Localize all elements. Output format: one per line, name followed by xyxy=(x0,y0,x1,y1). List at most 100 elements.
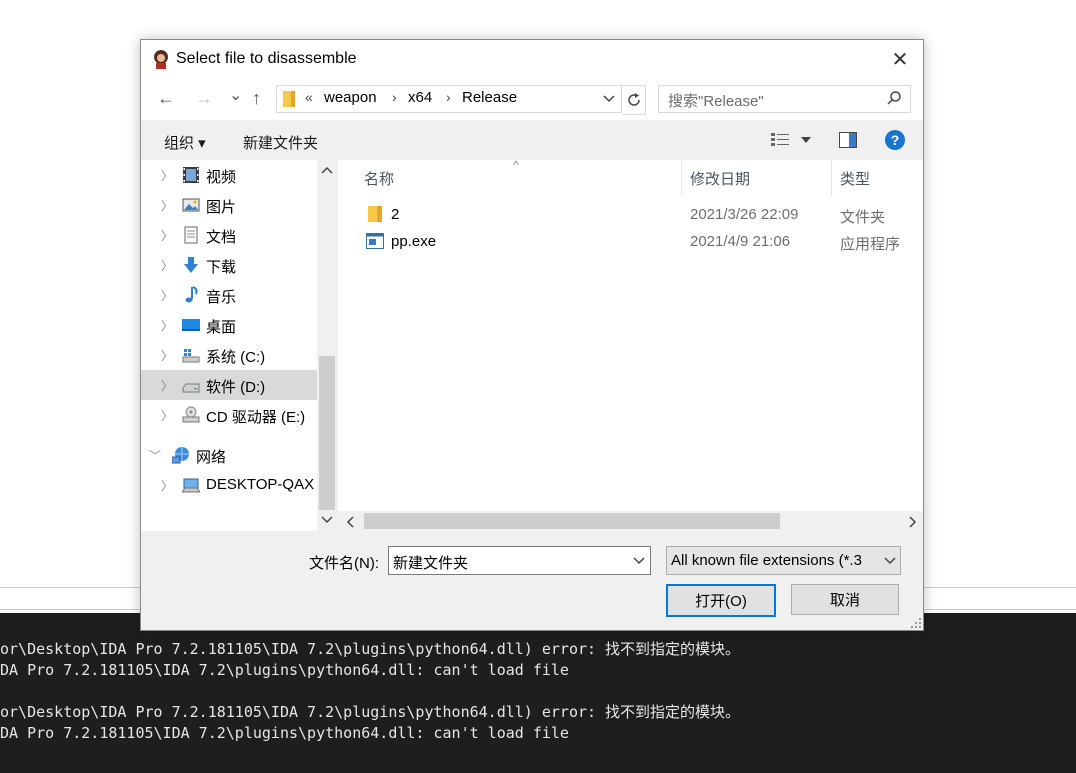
search-box[interactable]: 搜索"Release" xyxy=(658,85,911,113)
chevron-right-icon[interactable]: 〉 xyxy=(161,477,173,494)
sidebar-item-pictures[interactable]: 〉 图片 xyxy=(141,190,317,220)
scroll-down-icon[interactable] xyxy=(321,516,333,524)
breadcrumb-release[interactable]: Release xyxy=(462,89,517,106)
dialog-title: Select file to disassemble xyxy=(176,50,357,67)
download-icon xyxy=(184,257,198,273)
sidebar-item-label: 图片 xyxy=(206,199,237,216)
back-arrow-icon[interactable]: ← xyxy=(157,88,175,109)
chevron-right-icon[interactable]: 〉 xyxy=(161,287,173,304)
network-icon xyxy=(172,447,189,464)
column-divider[interactable] xyxy=(831,160,832,196)
file-type-select[interactable]: All known file extensions (*.3 xyxy=(666,546,901,575)
breadcrumb-separator-icon: › xyxy=(446,89,451,105)
breadcrumb-x64[interactable]: x64 xyxy=(408,89,432,106)
chevron-right-icon[interactable]: 〉 xyxy=(161,167,173,184)
open-button[interactable]: 打开(O) xyxy=(666,584,776,617)
column-header-name[interactable]: 名称 xyxy=(364,168,394,189)
column-header-type[interactable]: 类型 xyxy=(840,168,870,189)
column-divider[interactable] xyxy=(681,160,682,196)
table-row[interactable]: 2 2021/3/26 22:09 文件夹 xyxy=(338,202,923,228)
file-type-dropdown[interactable] xyxy=(880,547,900,574)
chevron-right-icon[interactable]: 〉 xyxy=(161,347,173,364)
address-bar[interactable]: « weapon › x64 › Release xyxy=(276,85,622,113)
sidebar-item-documents[interactable]: 〉 文档 xyxy=(141,220,317,250)
search-icon[interactable] xyxy=(886,90,902,106)
sidebar-item-desktop[interactable]: 〉 桌面 xyxy=(141,310,317,340)
filename-input[interactable]: 新建文件夹 xyxy=(393,552,468,573)
chevron-right-icon[interactable]: 〉 xyxy=(161,197,173,214)
refresh-button[interactable] xyxy=(623,85,646,115)
cancel-button[interactable]: 取消 xyxy=(791,584,899,615)
resize-grip-icon[interactable] xyxy=(911,618,921,628)
breadcrumb-weapon[interactable]: weapon xyxy=(324,89,377,106)
sidebar-item-label: 软件 (D:) xyxy=(206,379,266,396)
view-options-chevron-icon[interactable] xyxy=(801,137,811,143)
chevron-right-icon[interactable]: 〉 xyxy=(161,407,173,424)
breadcrumb-overflow[interactable]: « xyxy=(305,89,313,105)
sidebar-item-network[interactable]: ﹀ 网络 xyxy=(141,440,317,470)
sidebar-item-music[interactable]: 〉 音乐 xyxy=(141,280,317,310)
file-type-value: All known file extensions (*.3 xyxy=(671,552,862,569)
address-dropdown-chevron-icon[interactable] xyxy=(603,95,615,103)
title-bar[interactable]: Select file to disassemble ✕ xyxy=(141,40,923,78)
navigation-bar: ← → ⌄ ↑ « weapon › x64 › Release 搜索"Rele… xyxy=(141,78,923,120)
pictures-icon xyxy=(182,198,200,212)
sidebar-item-label: DESKTOP-QAX xyxy=(206,476,315,493)
organize-menu[interactable]: 组织 ▾ xyxy=(164,132,206,153)
help-icon[interactable]: ? xyxy=(885,130,905,150)
scrollbar-thumb[interactable] xyxy=(364,513,780,529)
navigation-pane-scrollbar[interactable] xyxy=(317,160,337,531)
sidebar-item-label: 系统 (C:) xyxy=(206,349,266,366)
system-drive-icon xyxy=(182,349,200,363)
recent-locations-chevron-icon[interactable]: ⌄ xyxy=(229,85,242,105)
chevron-down-icon xyxy=(884,556,896,564)
sidebar-item-label: 网络 xyxy=(196,449,227,466)
preview-pane-icon[interactable] xyxy=(839,132,857,148)
forward-arrow-icon[interactable]: → xyxy=(195,88,213,109)
sidebar-item-system-c[interactable]: 〉 系统 (C:) xyxy=(141,340,317,370)
up-arrow-icon[interactable]: ↑ xyxy=(252,88,261,109)
ida-app-icon xyxy=(154,50,168,69)
command-toolbar: 组织 ▾ 新建文件夹 xyxy=(141,120,923,160)
close-button[interactable]: ✕ xyxy=(877,40,923,78)
chevron-right-icon[interactable]: 〉 xyxy=(161,257,173,274)
chevron-right-icon[interactable]: 〉 xyxy=(161,227,173,244)
file-date: 2021/3/26 22:09 xyxy=(690,206,799,223)
sidebar-item-label: 下载 xyxy=(206,259,237,276)
scroll-up-icon[interactable] xyxy=(321,166,333,174)
scroll-right-icon[interactable] xyxy=(909,516,917,528)
output-console: or\Desktop\IDA Pro 7.2.181105\IDA 7.2\pl… xyxy=(0,613,1076,773)
file-type: 文件夹 xyxy=(840,209,886,226)
sidebar-item-label: 音乐 xyxy=(206,289,237,306)
file-list: ^ 名称 修改日期 类型 2 2021/3/26 22:09 文件夹 pp.ex… xyxy=(338,158,923,511)
file-list-horizontal-scrollbar[interactable] xyxy=(338,511,923,531)
sidebar-item-downloads[interactable]: 〉 下载 xyxy=(141,250,317,280)
search-input[interactable]: 搜索"Release" xyxy=(668,90,764,111)
view-list-icon[interactable] xyxy=(771,133,791,147)
chevron-down-icon[interactable]: ﹀ xyxy=(149,447,161,464)
console-line: DA Pro 7.2.181105\IDA 7.2\plugins\python… xyxy=(0,724,569,742)
refresh-icon xyxy=(628,93,640,106)
navigation-pane: 〉 视频 〉 图片 〉 文档 〉 下载 〉 音乐 〉 桌面 〉 系统 (C:) … xyxy=(141,160,317,531)
chevron-down-icon[interactable] xyxy=(633,557,645,565)
new-folder-button[interactable]: 新建文件夹 xyxy=(243,132,318,153)
sort-ascending-icon: ^ xyxy=(513,158,519,172)
sidebar-item-software-d[interactable]: 〉 软件 (D:) xyxy=(141,370,317,400)
breadcrumb-separator-icon: › xyxy=(392,89,397,105)
sidebar-item-videos[interactable]: 〉 视频 xyxy=(141,160,317,190)
file-date: 2021/4/9 21:06 xyxy=(690,233,791,250)
sidebar-item-cd-drive-e[interactable]: 〉 CD 驱动器 (E:) xyxy=(141,400,317,430)
sidebar-item-label: 文档 xyxy=(206,229,237,246)
filename-combobox[interactable]: 新建文件夹 xyxy=(388,546,651,575)
chevron-right-icon[interactable]: 〉 xyxy=(161,317,173,334)
drive-icon xyxy=(182,383,200,393)
file-name: pp.exe xyxy=(391,233,437,250)
scrollbar-thumb[interactable] xyxy=(319,356,335,510)
chevron-right-icon[interactable]: 〉 xyxy=(161,377,173,394)
scroll-left-icon[interactable] xyxy=(346,516,354,528)
video-icon xyxy=(183,167,199,183)
sidebar-item-desktop-qax[interactable]: 〉 DESKTOP-QAX xyxy=(141,470,317,500)
table-row[interactable]: pp.exe 2021/4/9 21:06 应用程序 xyxy=(338,229,923,255)
column-header-date[interactable]: 修改日期 xyxy=(690,168,750,189)
folder-icon xyxy=(368,206,382,222)
